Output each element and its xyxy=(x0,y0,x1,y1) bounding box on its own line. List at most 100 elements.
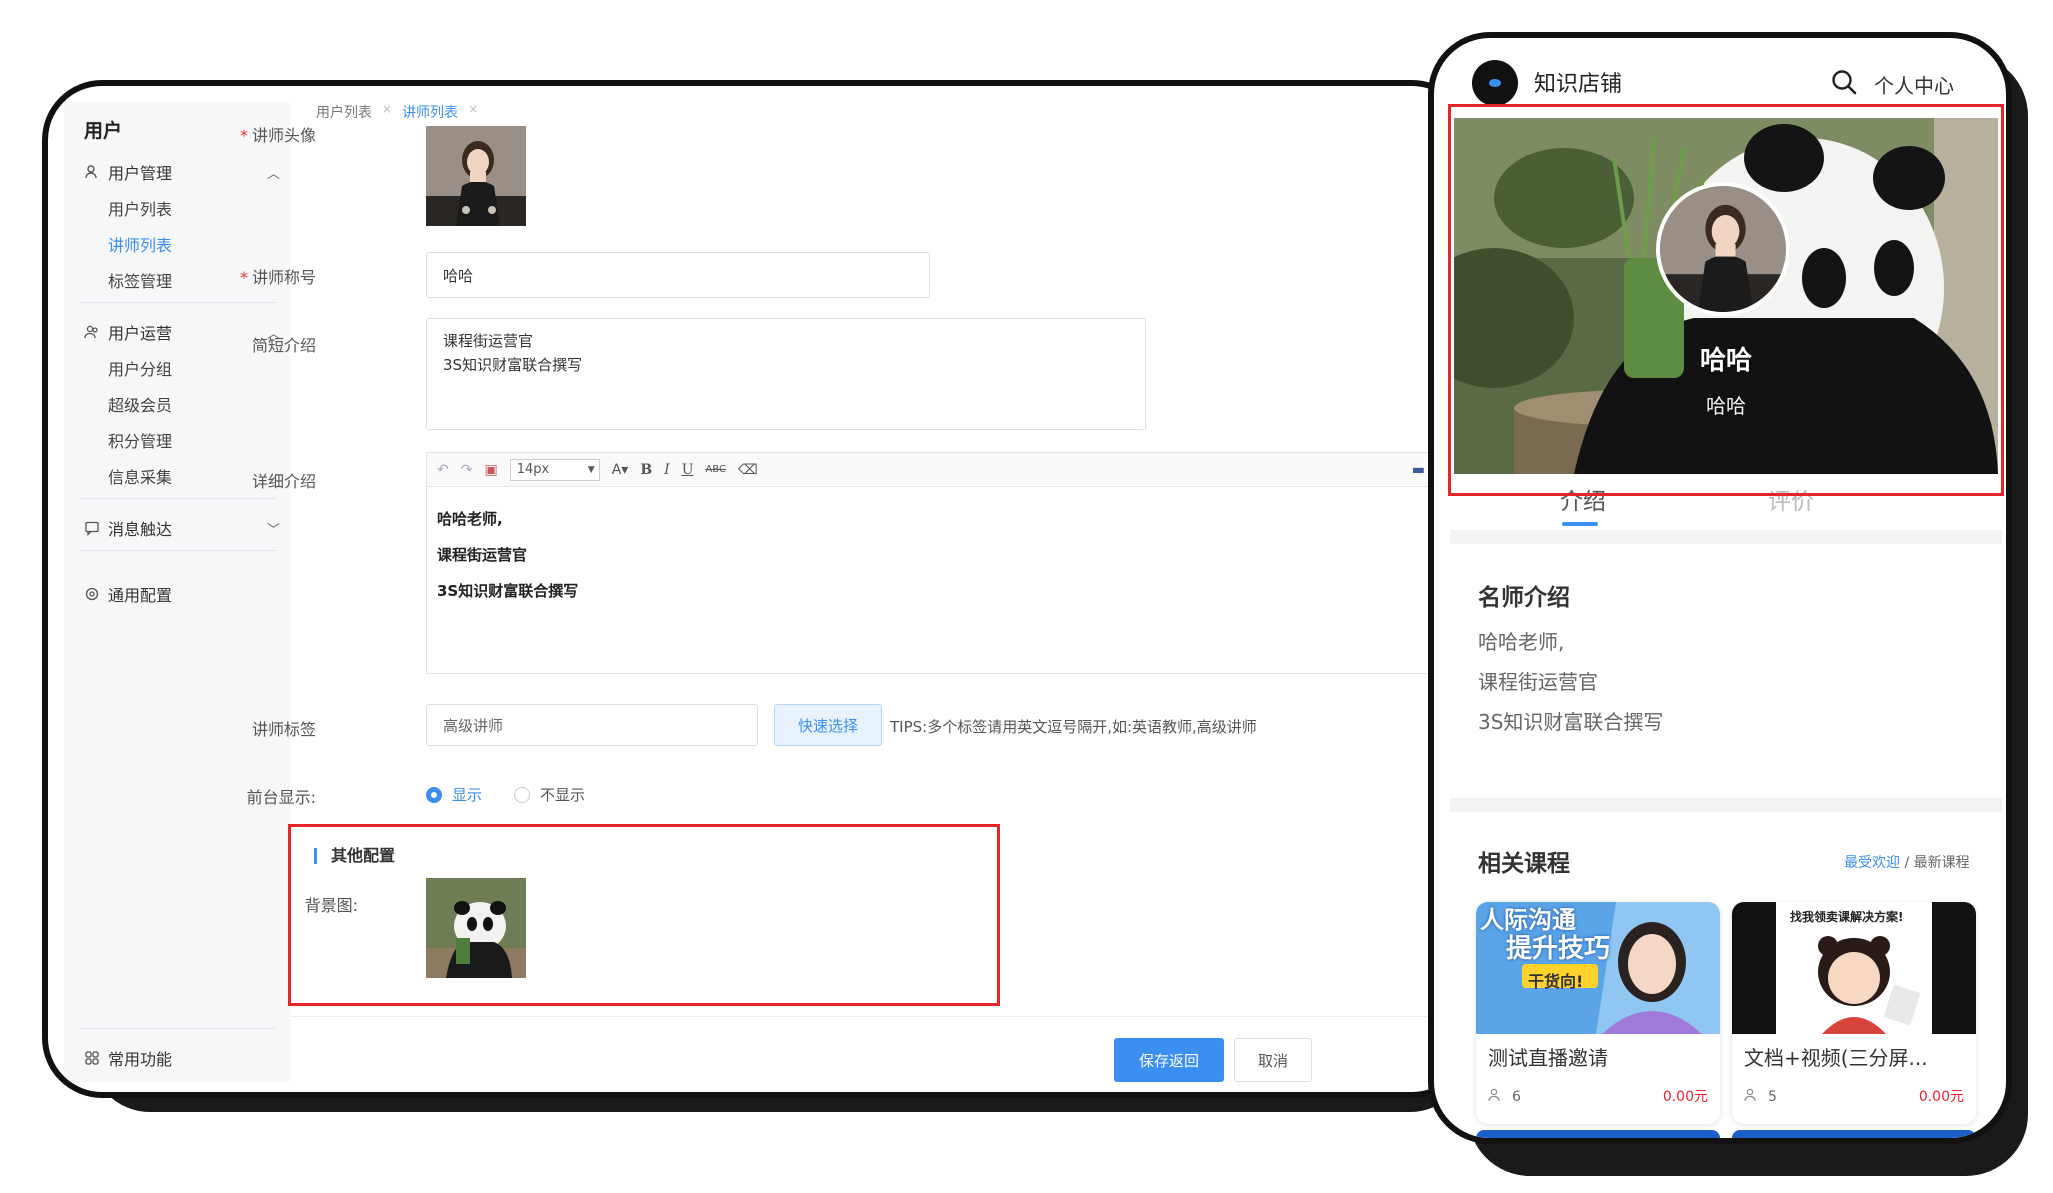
related-courses-title: 相关课程 xyxy=(1478,851,1570,877)
panda-photo-icon xyxy=(426,878,526,978)
editor-content[interactable]: 哈哈老师, 课程街运营官 3S知识财富联合撰写 xyxy=(427,487,1435,623)
sort-latest-link[interactable]: 最新课程 xyxy=(1914,855,1970,871)
detail-intro-label: 详细介绍 xyxy=(251,472,316,491)
message-icon xyxy=(84,520,100,537)
gear-icon xyxy=(84,586,100,602)
sidebar-item-tag-management[interactable]: 标签管理 xyxy=(108,268,172,292)
grid-icon xyxy=(84,1050,100,1066)
teacher-intro-title: 名师介绍 xyxy=(1478,585,1570,611)
chevron-down-icon: ﹀ xyxy=(266,522,280,538)
tag-input[interactable]: 高级讲师 xyxy=(426,704,758,746)
close-icon[interactable]: × xyxy=(468,102,478,122)
footer-divider xyxy=(290,1016,1466,1017)
image-icon[interactable]: ▣ xyxy=(484,462,497,478)
background-image-upload[interactable] xyxy=(426,878,526,978)
course-learners: 6 xyxy=(1488,1088,1521,1106)
italic-icon[interactable]: I xyxy=(664,462,670,478)
sidebar-common-functions[interactable]: 常用功能 xyxy=(84,1046,280,1070)
breadcrumb-item-instructor-list[interactable]: 讲师列表 xyxy=(402,102,458,122)
course-card[interactable]: 人际沟通 提升技巧 干货向! 测试直播邀请 6 0.00元 xyxy=(1476,902,1720,1124)
cover-text: 提升技巧 xyxy=(1506,934,1611,964)
course-card[interactable]: 找我领卖课解决方案! 文档+视频(三分屏... 5 0.00元 xyxy=(1732,902,1976,1124)
tab-active-indicator xyxy=(1562,522,1598,526)
breadcrumb-item-user-list[interactable]: 用户列表 xyxy=(316,102,372,122)
radio-unchecked-icon xyxy=(514,786,530,803)
radio-checked-icon xyxy=(426,786,442,803)
shop-title: 知识店铺 xyxy=(1534,72,1623,97)
sidebar-item-user-groups[interactable]: 用户分组 xyxy=(108,356,172,380)
sidebar-group-label: 消息触达 xyxy=(108,520,173,539)
teacher-intro-line: 课程街运营官 xyxy=(1478,670,1598,694)
highlight-box-phone-hero xyxy=(1448,104,2004,496)
close-icon[interactable]: × xyxy=(382,102,392,122)
sidebar: 用户 用户管理 ︿ 用户列表 讲师列表 标签管理 用户运营 ︿ 用户分组 超级会… xyxy=(64,102,290,1082)
display-radio-show[interactable]: 显示 xyxy=(426,784,482,805)
course-cover: 人际沟通 提升技巧 干货向! xyxy=(1476,902,1720,1034)
section-title-other-config: 其他配置 xyxy=(314,848,395,864)
instructor-name-input[interactable]: 哈哈 xyxy=(426,252,930,298)
bold-icon[interactable]: B xyxy=(640,462,652,478)
font-color-icon[interactable]: A▾ xyxy=(612,462,629,478)
editor-line: 哈哈老师, xyxy=(437,510,503,528)
brief-intro-line: 3S知识财富联合撰写 xyxy=(443,356,583,374)
tag-value: 高级讲师 xyxy=(443,716,504,735)
sidebar-group-messaging[interactable]: 消息触达 ﹀ xyxy=(84,516,280,540)
sidebar-item-info-collection[interactable]: 信息采集 xyxy=(108,464,172,488)
learners-icon xyxy=(1744,1088,1760,1106)
sidebar-item-points[interactable]: 积分管理 xyxy=(108,428,172,452)
caret-down-icon: ▼ xyxy=(587,464,595,475)
brief-intro-label: 简短介绍 xyxy=(251,336,316,355)
font-size-select[interactable]: 14px ▼ xyxy=(509,458,600,481)
sidebar-divider xyxy=(80,550,276,551)
sidebar-group-user-management[interactable]: 用户管理 ︿ xyxy=(84,160,280,184)
instructor-name-value: 哈哈 xyxy=(443,266,474,285)
rich-text-editor[interactable]: ↶ ↷ ▣ 14px ▼ A▾ B I U ABC ⌫ ▬ 哈哈老师, 课程街运… xyxy=(426,452,1436,674)
tag-label: 讲师标签 xyxy=(251,720,316,739)
editor-toolbar: ↶ ↷ ▣ 14px ▼ A▾ B I U ABC ⌫ ▬ xyxy=(427,453,1435,487)
section-gap xyxy=(1450,530,2002,544)
search-icon[interactable] xyxy=(1830,68,1858,100)
sidebar-title: 用户 xyxy=(84,120,123,142)
undo-icon[interactable]: ↶ xyxy=(437,462,449,478)
shop-logo-icon[interactable] xyxy=(1472,60,1518,106)
course-price: 0.00元 xyxy=(1918,1089,1964,1105)
fullscreen-icon[interactable]: ▬ xyxy=(1412,462,1425,478)
save-return-button[interactable]: 保存返回 xyxy=(1114,1038,1224,1082)
course-price: 0.00元 xyxy=(1662,1089,1708,1105)
instructor-avatar-upload[interactable] xyxy=(426,126,526,226)
brief-intro-textarea[interactable]: 课程街运营官 3S知识财富联合撰写 xyxy=(426,318,1146,430)
eraser-icon[interactable]: ⌫ xyxy=(738,462,758,478)
user-icon xyxy=(84,164,100,180)
sidebar-divider xyxy=(80,1028,276,1029)
sidebar-divider xyxy=(80,498,276,499)
sidebar-group-general-config[interactable]: 通用配置 xyxy=(84,582,280,606)
editor-line: 课程街运营官 xyxy=(437,546,528,564)
cancel-button[interactable]: 取消 xyxy=(1234,1038,1312,1082)
breadcrumb: 用户列表 × 讲师列表 × xyxy=(316,102,478,122)
sidebar-bottom-label: 常用功能 xyxy=(108,1050,173,1069)
underline-icon[interactable]: U xyxy=(682,462,694,478)
cover-text: 干货向! xyxy=(1528,972,1584,991)
quick-select-button[interactable]: 快速选择 xyxy=(774,704,882,746)
learners-icon xyxy=(1488,1088,1504,1106)
sidebar-item-instructor-list[interactable]: 讲师列表 xyxy=(108,232,172,256)
sidebar-group-label: 用户运营 xyxy=(108,324,173,343)
section-gap xyxy=(1450,798,2002,812)
avatar-photo-icon xyxy=(426,126,526,226)
display-radio-hide[interactable]: 不显示 xyxy=(514,784,585,805)
redo-icon[interactable]: ↷ xyxy=(461,462,473,478)
brief-intro-line: 课程街运营官 xyxy=(443,332,534,350)
course-learners: 5 xyxy=(1744,1088,1777,1106)
course-name: 测试直播邀请 xyxy=(1488,1046,1608,1070)
strikethrough-icon[interactable]: ABC xyxy=(706,464,727,475)
sidebar-item-super-member[interactable]: 超级会员 xyxy=(108,392,172,416)
teacher-intro-line: 3S知识财富联合撰写 xyxy=(1478,710,1664,734)
sort-popular-link[interactable]: 最受欢迎 xyxy=(1844,855,1900,871)
user-center-link[interactable]: 个人中心 xyxy=(1874,70,1954,99)
sidebar-item-user-list[interactable]: 用户列表 xyxy=(108,196,172,220)
course-name: 文档+视频(三分屏... xyxy=(1744,1046,1928,1070)
course-cover: 找我领卖课解决方案! xyxy=(1732,902,1976,1034)
background-image-label: 背景图: xyxy=(304,896,358,915)
chevron-up-icon: ︿ xyxy=(266,166,280,182)
teacher-intro-line: 哈哈老师, xyxy=(1478,630,1565,654)
